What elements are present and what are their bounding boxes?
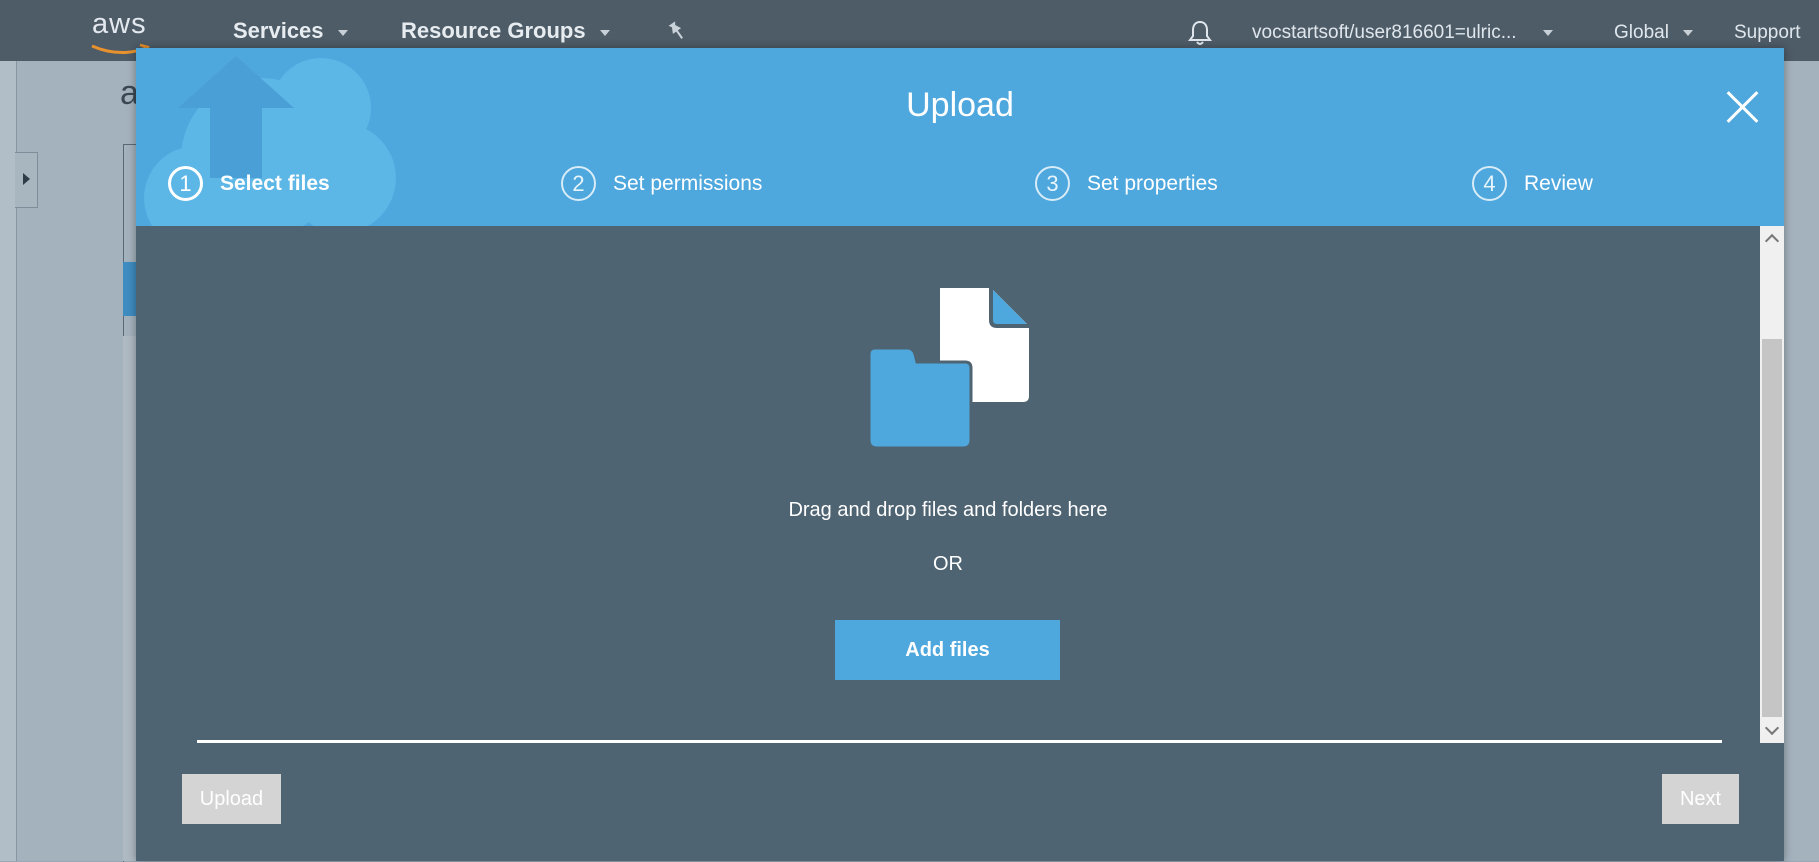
modal-title: Upload (906, 86, 1014, 124)
add-files-button[interactable]: Add files (835, 620, 1060, 680)
scrollbar[interactable] (1760, 226, 1784, 743)
support-menu[interactable]: Support (1734, 22, 1801, 44)
aws-logo-text: aws (92, 8, 147, 40)
chevron-down-icon (1542, 30, 1553, 36)
services-label: Services (233, 18, 324, 43)
step-label: Review (1524, 171, 1593, 195)
step-number: 1 (168, 166, 203, 201)
modal-header: Upload 1 Select files 2 Set permissions … (136, 48, 1784, 226)
side-panel-strip (0, 61, 16, 861)
account-label: vocstartsoft/user816601=ulric... (1252, 22, 1517, 43)
account-menu[interactable]: vocstartsoft/user816601=ulric... (1252, 22, 1553, 44)
services-menu[interactable]: Services (233, 18, 348, 44)
chevron-down-icon (599, 30, 610, 36)
scroll-up-icon[interactable] (1760, 226, 1784, 250)
scrollbar-thumb[interactable] (1762, 339, 1782, 717)
step-number: 4 (1472, 166, 1507, 201)
support-label: Support (1734, 22, 1801, 43)
step-select-files[interactable]: 1 Select files (168, 166, 330, 201)
next-button[interactable]: Next (1662, 774, 1739, 824)
drop-zone[interactable]: Drag and drop files and folders here OR … (136, 226, 1760, 743)
step-review[interactable]: 4 Review (1472, 166, 1593, 201)
region-menu[interactable]: Global (1614, 22, 1693, 44)
step-number: 3 (1035, 166, 1070, 201)
drop-instructions: Drag and drop files and folders here (788, 499, 1108, 521)
resource-groups-menu[interactable]: Resource Groups (401, 18, 610, 44)
region-label: Global (1614, 22, 1669, 43)
file-folder-icon (867, 288, 1029, 450)
footer-divider (197, 740, 1722, 743)
step-set-properties[interactable]: 3 Set properties (1035, 166, 1218, 201)
resource-groups-label: Resource Groups (401, 18, 586, 43)
or-separator: OR (933, 553, 963, 575)
chevron-down-icon (1682, 30, 1693, 36)
chevron-down-icon (337, 30, 348, 36)
step-label: Set permissions (613, 171, 763, 195)
background-button (123, 262, 137, 316)
upload-button[interactable]: Upload (182, 774, 281, 824)
step-label: Select files (220, 171, 330, 195)
background-panel (123, 336, 137, 861)
step-set-permissions[interactable]: 2 Set permissions (561, 166, 762, 201)
scroll-down-icon[interactable] (1760, 719, 1784, 743)
pin-icon[interactable] (666, 20, 688, 47)
upload-modal: Upload 1 Select files 2 Set permissions … (136, 48, 1784, 861)
step-label: Set properties (1087, 171, 1218, 195)
step-number: 2 (561, 166, 596, 201)
side-panel-toggle[interactable] (15, 152, 38, 208)
close-icon[interactable] (1724, 89, 1760, 125)
